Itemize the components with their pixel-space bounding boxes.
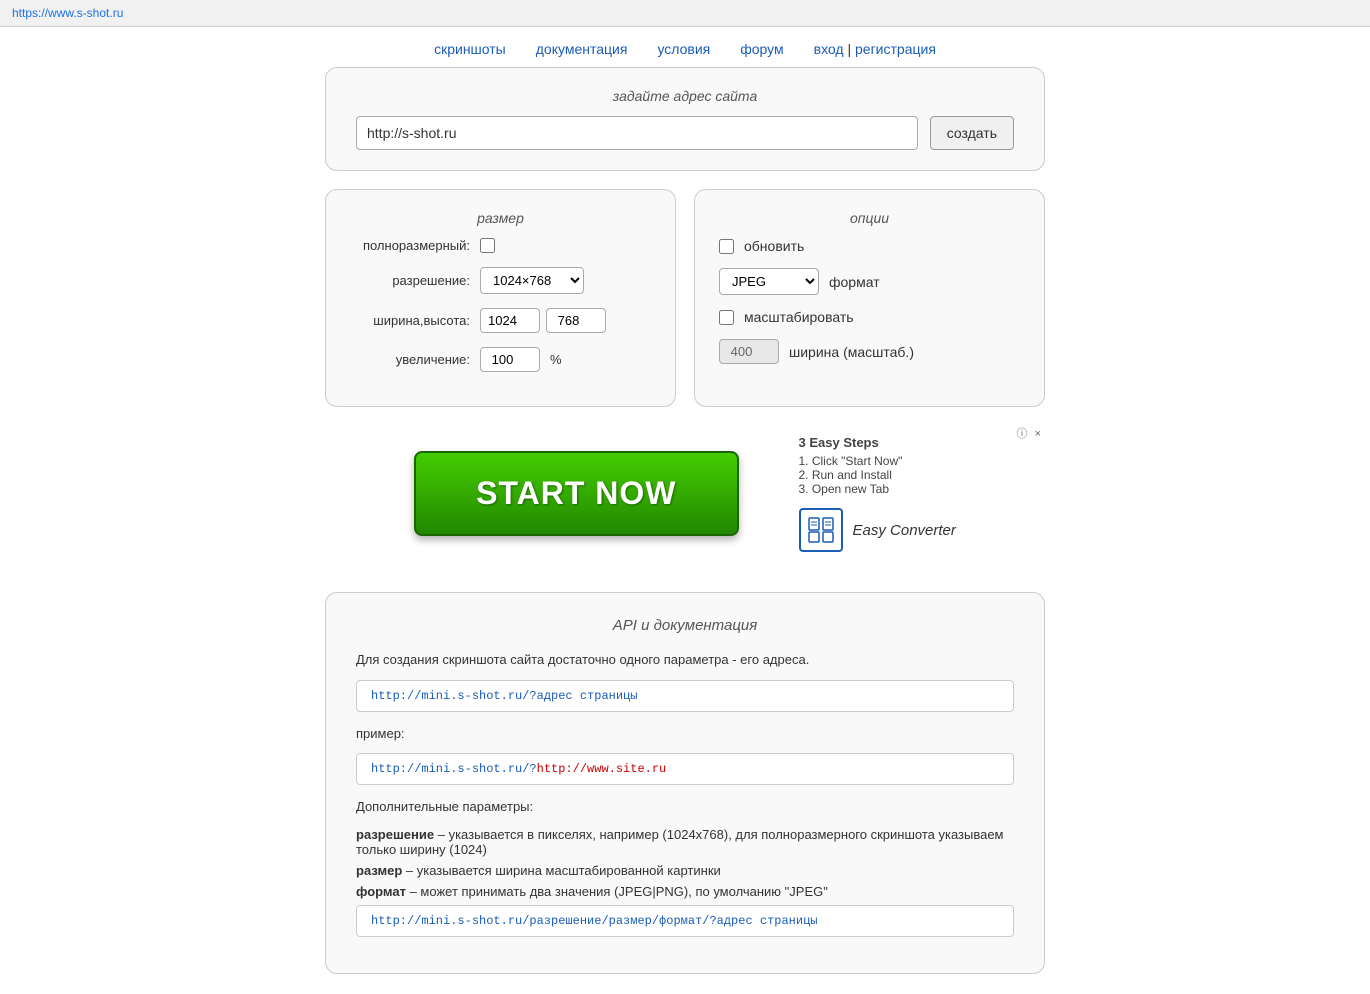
api-url-example3: http://mini.s-shot.ru/разрешение/размер/…: [356, 905, 1014, 937]
scale-width-input[interactable]: [719, 339, 779, 364]
api-param-size: размер – указывается ширина масштабирова…: [356, 863, 1014, 878]
nav-register[interactable]: регистрация: [855, 41, 936, 57]
height-input[interactable]: [546, 308, 606, 333]
zoom-unit: %: [550, 352, 562, 367]
ad-step3: 3. Open new Tab: [799, 482, 956, 496]
ad-converter: Easy Converter: [799, 508, 956, 552]
api-url1-text: http://mini.s-shot.ru/?адрес страницы: [371, 689, 637, 703]
url-row: создать: [356, 116, 1014, 150]
api-intro: Для создания скриншота сайта достаточно …: [356, 650, 1014, 670]
refresh-checkbox[interactable]: [719, 239, 734, 254]
format-row: JPEG PNG формат: [719, 268, 1020, 295]
options-panel-title: опции: [719, 210, 1020, 226]
url-input[interactable]: [356, 116, 918, 150]
main-navigation: скриншоты документация условия форум вхо…: [0, 27, 1370, 67]
fullsize-row: полноразмерный:: [350, 238, 651, 253]
main-content: задайте адрес сайта создать размер полно…: [305, 67, 1065, 974]
zoom-input[interactable]: [480, 347, 540, 372]
converter-name: Easy Converter: [853, 522, 956, 539]
api-url-example2: http://mini.s-shot.ru/?http://www.site.r…: [356, 753, 1014, 785]
scale-width-row: ширина (масштаб.): [719, 339, 1020, 364]
nav-terms[interactable]: условия: [657, 41, 710, 57]
wh-inputs: [480, 308, 606, 333]
refresh-label: обновить: [744, 238, 804, 254]
url-panel: задайте адрес сайта создать: [325, 67, 1045, 171]
nav-divider: |: [847, 41, 855, 57]
wh-label: ширина,высота:: [350, 313, 470, 328]
width-input[interactable]: [480, 308, 540, 333]
nav-right: вход | регистрация: [814, 41, 936, 57]
api-param-resolution-label: разрешение: [356, 827, 434, 842]
ad-step2: 2. Run and Install: [799, 468, 956, 482]
ad-section: ⓘ × START NOW 3 Easy Steps 1. Click "Sta…: [325, 425, 1045, 572]
api-url2-prefix: http://mini.s-shot.ru/?: [371, 762, 537, 776]
scale-row: масштабировать: [719, 309, 1020, 325]
nav-screenshots[interactable]: скриншоты: [434, 41, 506, 57]
size-panel: размер полноразмерный: разрешение: 800×6…: [325, 189, 676, 407]
format-label: формат: [829, 274, 880, 290]
ad-corner: ⓘ ×: [1017, 425, 1046, 441]
ad-steps-title: 3 Easy Steps: [799, 435, 956, 450]
converter-icon: [799, 508, 843, 552]
api-url2-link: http://www.site.ru: [537, 762, 667, 776]
api-param-size-desc: – указывается ширина масштабированной ка…: [402, 863, 721, 878]
nav-login[interactable]: вход: [814, 41, 844, 57]
ad-steps: 3 Easy Steps 1. Click "Start Now" 2. Run…: [799, 435, 956, 496]
create-button[interactable]: создать: [930, 116, 1014, 150]
resolution-select[interactable]: 800×600 1024×768 1280×1024 1920×1080: [480, 267, 584, 294]
nav-forum[interactable]: форум: [740, 41, 783, 57]
resolution-row: разрешение: 800×600 1024×768 1280×1024 1…: [350, 267, 651, 294]
zoom-label: увеличение:: [350, 352, 470, 367]
size-panel-title: размер: [350, 210, 651, 226]
api-url3-text: http://mini.s-shot.ru/разрешение/размер/…: [371, 914, 817, 928]
size-options-row: размер полноразмерный: разрешение: 800×6…: [325, 189, 1045, 407]
ad-info-icon[interactable]: ⓘ: [1017, 428, 1028, 440]
fullsize-checkbox[interactable]: [480, 238, 495, 253]
api-extra-params-label: Дополнительные параметры:: [356, 797, 1014, 817]
api-param-resolution: разрешение – указывается в пикселях, нап…: [356, 827, 1014, 857]
format-select[interactable]: JPEG PNG: [719, 268, 819, 295]
api-title: API и документация: [356, 617, 1014, 634]
wh-row: ширина,высота:: [350, 308, 651, 333]
fullsize-label: полноразмерный:: [350, 238, 470, 253]
api-section: API и документация Для создания скриншот…: [325, 592, 1045, 974]
api-example-label: пример:: [356, 724, 1014, 744]
resolution-label: разрешение:: [350, 273, 470, 288]
scale-width-label: ширина (масштаб.): [789, 344, 914, 360]
browser-url-bar: https://www.s-shot.ru: [0, 0, 1370, 27]
scale-label: масштабировать: [744, 309, 854, 325]
url-panel-title: задайте адрес сайта: [356, 88, 1014, 104]
api-param-size-label: размер: [356, 863, 402, 878]
start-now-button[interactable]: START NOW: [414, 451, 738, 536]
scale-checkbox[interactable]: [719, 310, 734, 325]
api-param-resolution-desc: – указывается в пикселях, например (1024…: [356, 827, 1004, 857]
ad-step1: 1. Click "Start Now": [799, 454, 956, 468]
zoom-row: увеличение: %: [350, 347, 651, 372]
ad-close-icon[interactable]: ×: [1035, 428, 1041, 440]
nav-docs[interactable]: документация: [536, 41, 628, 57]
refresh-row: обновить: [719, 238, 1020, 254]
ad-right: 3 Easy Steps 1. Click "Start Now" 2. Run…: [799, 435, 956, 552]
options-panel: опции обновить JPEG PNG формат масштабир…: [694, 189, 1045, 407]
api-url-example1: http://mini.s-shot.ru/?адрес страницы: [356, 680, 1014, 712]
